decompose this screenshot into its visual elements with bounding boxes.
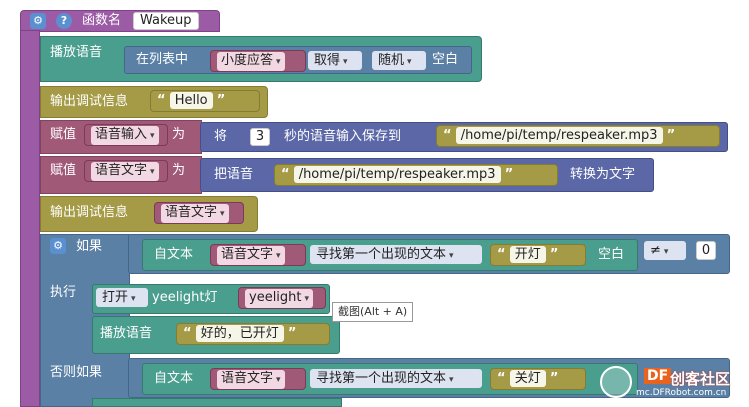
needle-string-1[interactable]: “ 开灯 ” [490, 244, 586, 266]
function-label: 函数名 [82, 13, 122, 28]
record-prefix-label: 将 [214, 129, 228, 144]
function-block-body [20, 30, 40, 407]
dfrobot-watermark: DF 创客社区 mc.DFRobot.com.cn [600, 364, 746, 404]
watermark-url: mc.DFRobot.com.cn [636, 388, 727, 398]
yeelight-label: yeelight灯 [152, 290, 218, 305]
record-mid-label: 秒的语音输入保存到 [284, 129, 402, 144]
needle-string-2[interactable]: “ 关灯 ” [490, 368, 586, 390]
record-path-string[interactable]: “ /home/pi/temp/respeaker.mp3 ” [436, 125, 720, 147]
list-suffix-label: 空白 [432, 52, 459, 67]
if-block-bottom [92, 398, 342, 407]
yeelight-var-dropdown[interactable]: yeelight ▾ [238, 287, 326, 309]
mode-dropdown[interactable]: 随机 ▾ [372, 51, 426, 70]
watermark-logo: DF [644, 368, 672, 384]
debug-var-dropdown[interactable]: 语音文字 ▾ [154, 202, 244, 224]
speech-suffix-label: 转换为文字 [570, 167, 636, 182]
cond2-var-dropdown[interactable]: 语音文字 ▾ [210, 368, 306, 390]
from-text-label-1: 自文本 [154, 247, 194, 262]
assign-label-2: 赋值 [50, 163, 77, 178]
assign-as-label-1: 为 [172, 127, 186, 142]
list-prefix-label: 在列表中 [136, 52, 189, 67]
then-label: 执行 [50, 285, 77, 300]
screenshot-tooltip: 截图(Alt + A) [332, 302, 414, 322]
if-gear-icon[interactable]: ⚙ [50, 238, 66, 254]
find-op-dropdown-1[interactable]: 寻找第一个出现的文本 ▾ [310, 245, 482, 264]
if-label: 如果 [76, 239, 103, 254]
find-suffix-label-1: 空白 [598, 247, 625, 262]
seconds-field[interactable]: 3 [250, 128, 270, 146]
cond1-var-dropdown[interactable]: 语音文字 ▾ [210, 244, 306, 266]
debug-output-label-2: 输出调试信息 [50, 205, 129, 220]
speech-prefix-label: 把语音 [214, 167, 254, 182]
play-voice-label-2: 播放语音 [100, 326, 153, 341]
compare-op-dropdown[interactable]: ≠ ▾ [644, 241, 686, 260]
assign-var-dropdown-2[interactable]: 语音文字 ▾ [84, 160, 168, 182]
assign-var-dropdown-1[interactable]: 语音输入 ▾ [84, 124, 168, 146]
debug-output-label: 输出调试信息 [50, 94, 129, 109]
assign-as-label-2: 为 [172, 163, 186, 178]
play-voice-label: 播放语音 [50, 45, 103, 60]
watermark-name: 创客社区 [670, 370, 731, 388]
list-var-dropdown[interactable]: 小度应答 ▾ [210, 50, 306, 72]
from-text-label-2: 自文本 [154, 371, 194, 386]
yeelight-state-dropdown[interactable]: 打开 ▾ [96, 288, 148, 307]
function-name-field[interactable]: Wakeup [133, 12, 199, 30]
string-block[interactable]: “ Hello ” [150, 90, 260, 112]
assign-label-1: 赋值 [50, 127, 77, 142]
speech-path-string[interactable]: “ /home/pi/temp/respeaker.mp3 ” [274, 164, 558, 186]
gear-icon[interactable]: ⚙ [30, 13, 46, 29]
elseif-label: 否则如果 [50, 365, 103, 380]
compare-number-field[interactable]: 0 [696, 241, 716, 260]
find-op-dropdown-2[interactable]: 寻找第一个出现的文本 ▾ [310, 369, 482, 388]
get-op-dropdown[interactable]: 取得 ▾ [308, 51, 362, 70]
ok-string[interactable]: “ 好的，已开灯 ” [176, 323, 330, 345]
robot-logo-icon [600, 366, 632, 398]
help-icon[interactable]: ? [56, 13, 72, 29]
